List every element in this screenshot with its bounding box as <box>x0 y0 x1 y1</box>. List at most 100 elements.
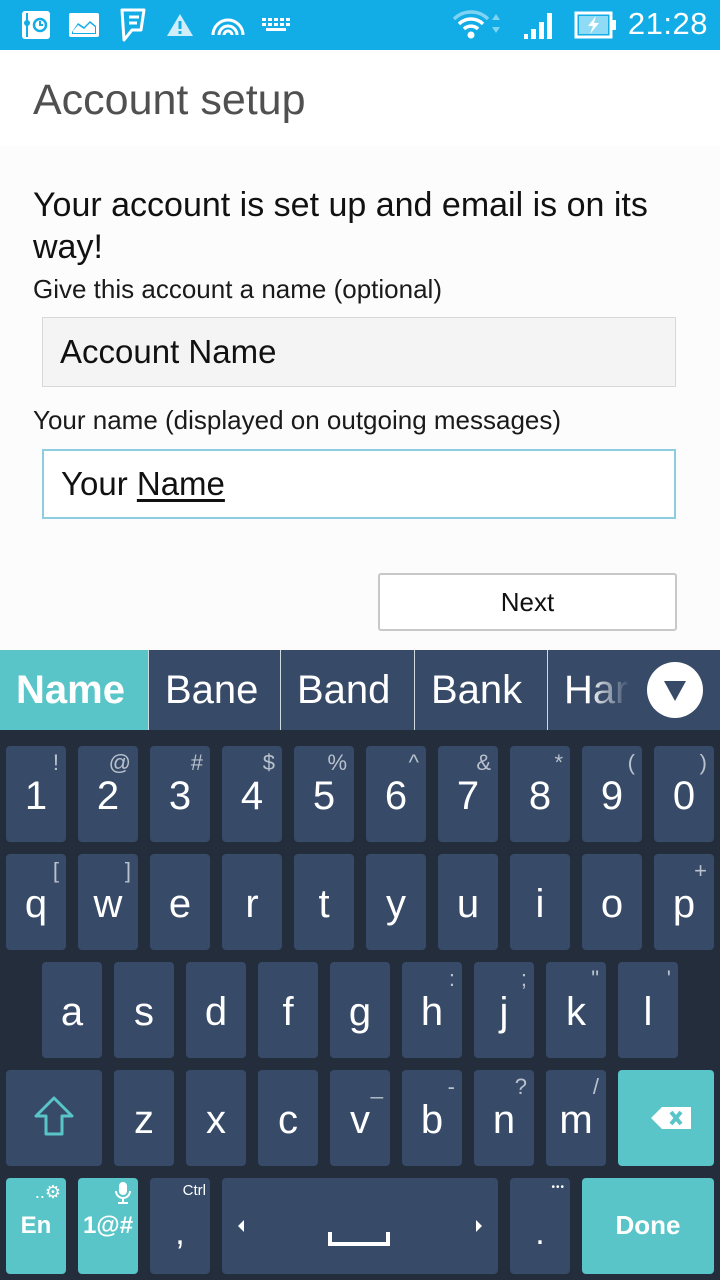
backspace-key[interactable] <box>618 1070 714 1166</box>
composing-text: Name <box>136 465 225 502</box>
key-label: j <box>499 990 509 1034</box>
key-alt-symbol: @ <box>108 750 131 775</box>
key-label: t <box>318 882 330 926</box>
key[interactable]: $4 <box>222 746 282 842</box>
key[interactable]: _ v <box>330 1070 390 1166</box>
key[interactable]: y <box>366 854 426 950</box>
timer-app-icon <box>20 9 52 41</box>
key[interactable]: ! 1 <box>6 746 66 842</box>
key[interactable]: s <box>114 962 174 1058</box>
symbols-key[interactable]: 1@# <box>78 1178 138 1274</box>
key[interactable]: / m <box>546 1070 606 1166</box>
key-label: x <box>206 1098 226 1142</box>
key[interactable]: x <box>186 1070 246 1166</box>
keyboard-icon <box>260 9 292 41</box>
key-label: i <box>535 882 545 926</box>
key[interactable]: @2 <box>78 746 138 842</box>
key[interactable]: u <box>438 854 498 950</box>
comma-key-label: , <box>175 1214 185 1252</box>
key[interactable]: r <box>222 854 282 950</box>
key-label: r <box>245 882 259 926</box>
key-label: v <box>350 1098 370 1142</box>
soft-keyboard: ..⚙ En 1@# Ctrl , ••• . Done ! 1 @2 #3 $4% 5 ^… <box>0 730 720 1280</box>
key-label: g <box>348 990 372 1034</box>
setup-complete-message: Your account is set up and email is on i… <box>33 186 648 266</box>
key[interactable]: + p <box>654 854 714 950</box>
key[interactable]: [q <box>6 854 66 950</box>
key[interactable]: ] w <box>78 854 138 950</box>
key[interactable]: * 8 <box>510 746 570 842</box>
period-key-label: . <box>535 1214 545 1252</box>
key-label: a <box>60 990 84 1034</box>
key-label: y <box>386 882 406 926</box>
your-name-input[interactable]: Your Name <box>42 449 676 519</box>
key-label: u <box>456 882 480 926</box>
key-alt-symbol: ! <box>52 750 59 775</box>
key[interactable]: f <box>258 962 318 1058</box>
key[interactable]: ^ 6 <box>366 746 426 842</box>
key[interactable]: & 7 <box>438 746 498 842</box>
key[interactable]: z <box>114 1070 174 1166</box>
clock: 21:28 <box>627 6 708 41</box>
key[interactable]: ; j <box>474 962 534 1058</box>
key-label: n <box>492 1098 516 1142</box>
key[interactable]: i <box>510 854 570 950</box>
key-label: 6 <box>384 774 408 818</box>
period-key[interactable]: ••• . <box>510 1178 570 1274</box>
done-key-label: Done <box>615 1210 681 1240</box>
key-alt-symbol: % <box>327 750 347 775</box>
comma-key[interactable]: Ctrl , <box>150 1178 210 1274</box>
suggestion-item[interactable]: Name <box>0 650 149 730</box>
key[interactable]: #3 <box>150 746 210 842</box>
key-label: w <box>93 882 123 926</box>
key[interactable]: ) 0 <box>654 746 714 842</box>
key-label: f <box>282 990 294 1034</box>
key-alt-symbol: & <box>476 750 491 775</box>
key-label: 7 <box>456 774 480 818</box>
key[interactable]: (9 <box>582 746 642 842</box>
space-key[interactable] <box>222 1178 498 1274</box>
done-key[interactable]: Done <box>582 1178 714 1274</box>
key[interactable]: e <box>150 854 210 950</box>
account-setup-form: Your account is set up and email is on i… <box>0 146 720 650</box>
fade-overlay <box>588 650 648 730</box>
settings-gear-icon: ..⚙ <box>34 1182 61 1202</box>
key[interactable]: c <box>258 1070 318 1166</box>
suggestion-item[interactable]: Band <box>281 650 415 730</box>
key[interactable]: ' l <box>618 962 678 1058</box>
key-alt-symbol: ; <box>520 966 527 991</box>
suggestion-item[interactable]: Bank <box>415 650 548 730</box>
key-label: q <box>24 882 48 926</box>
key[interactable]: o <box>582 854 642 950</box>
key[interactable]: ? n <box>474 1070 534 1166</box>
key[interactable]: a <box>42 962 102 1058</box>
key[interactable]: t <box>294 854 354 950</box>
key-label: 5 <box>312 774 336 818</box>
key-label: d <box>204 990 228 1034</box>
suggestion-item[interactable]: Bane <box>149 650 281 730</box>
your-name-value: Your <box>61 465 137 502</box>
shift-key[interactable] <box>6 1070 102 1166</box>
key-label: l <box>643 990 653 1034</box>
key-label: 3 <box>168 774 192 818</box>
key-label: s <box>134 990 154 1034</box>
key[interactable]: % 5 <box>294 746 354 842</box>
key[interactable]: " k <box>546 962 606 1058</box>
more-dots-icon: ••• <box>551 1182 565 1193</box>
suggestion-strip: Name Bane Band Bank Har <box>0 650 720 730</box>
key[interactable]: -b <box>402 1070 462 1166</box>
key[interactable]: :h <box>402 962 462 1058</box>
key[interactable]: g <box>330 962 390 1058</box>
language-key[interactable]: ..⚙ En <box>6 1178 66 1274</box>
key-alt-symbol: : <box>448 966 455 991</box>
expand-suggestions-button[interactable] <box>647 662 703 718</box>
key-label: k <box>566 990 586 1034</box>
battery-charging-icon <box>574 9 618 41</box>
next-button[interactable]: Next <box>378 573 677 631</box>
account-name-input[interactable]: Account Name <box>42 317 676 387</box>
triangle-down-icon <box>664 681 686 701</box>
key-label: 1 <box>24 774 48 818</box>
symbols-key-label: 1@# <box>82 1212 134 1239</box>
key[interactable]: d <box>186 962 246 1058</box>
hotspot-icon <box>210 9 246 41</box>
